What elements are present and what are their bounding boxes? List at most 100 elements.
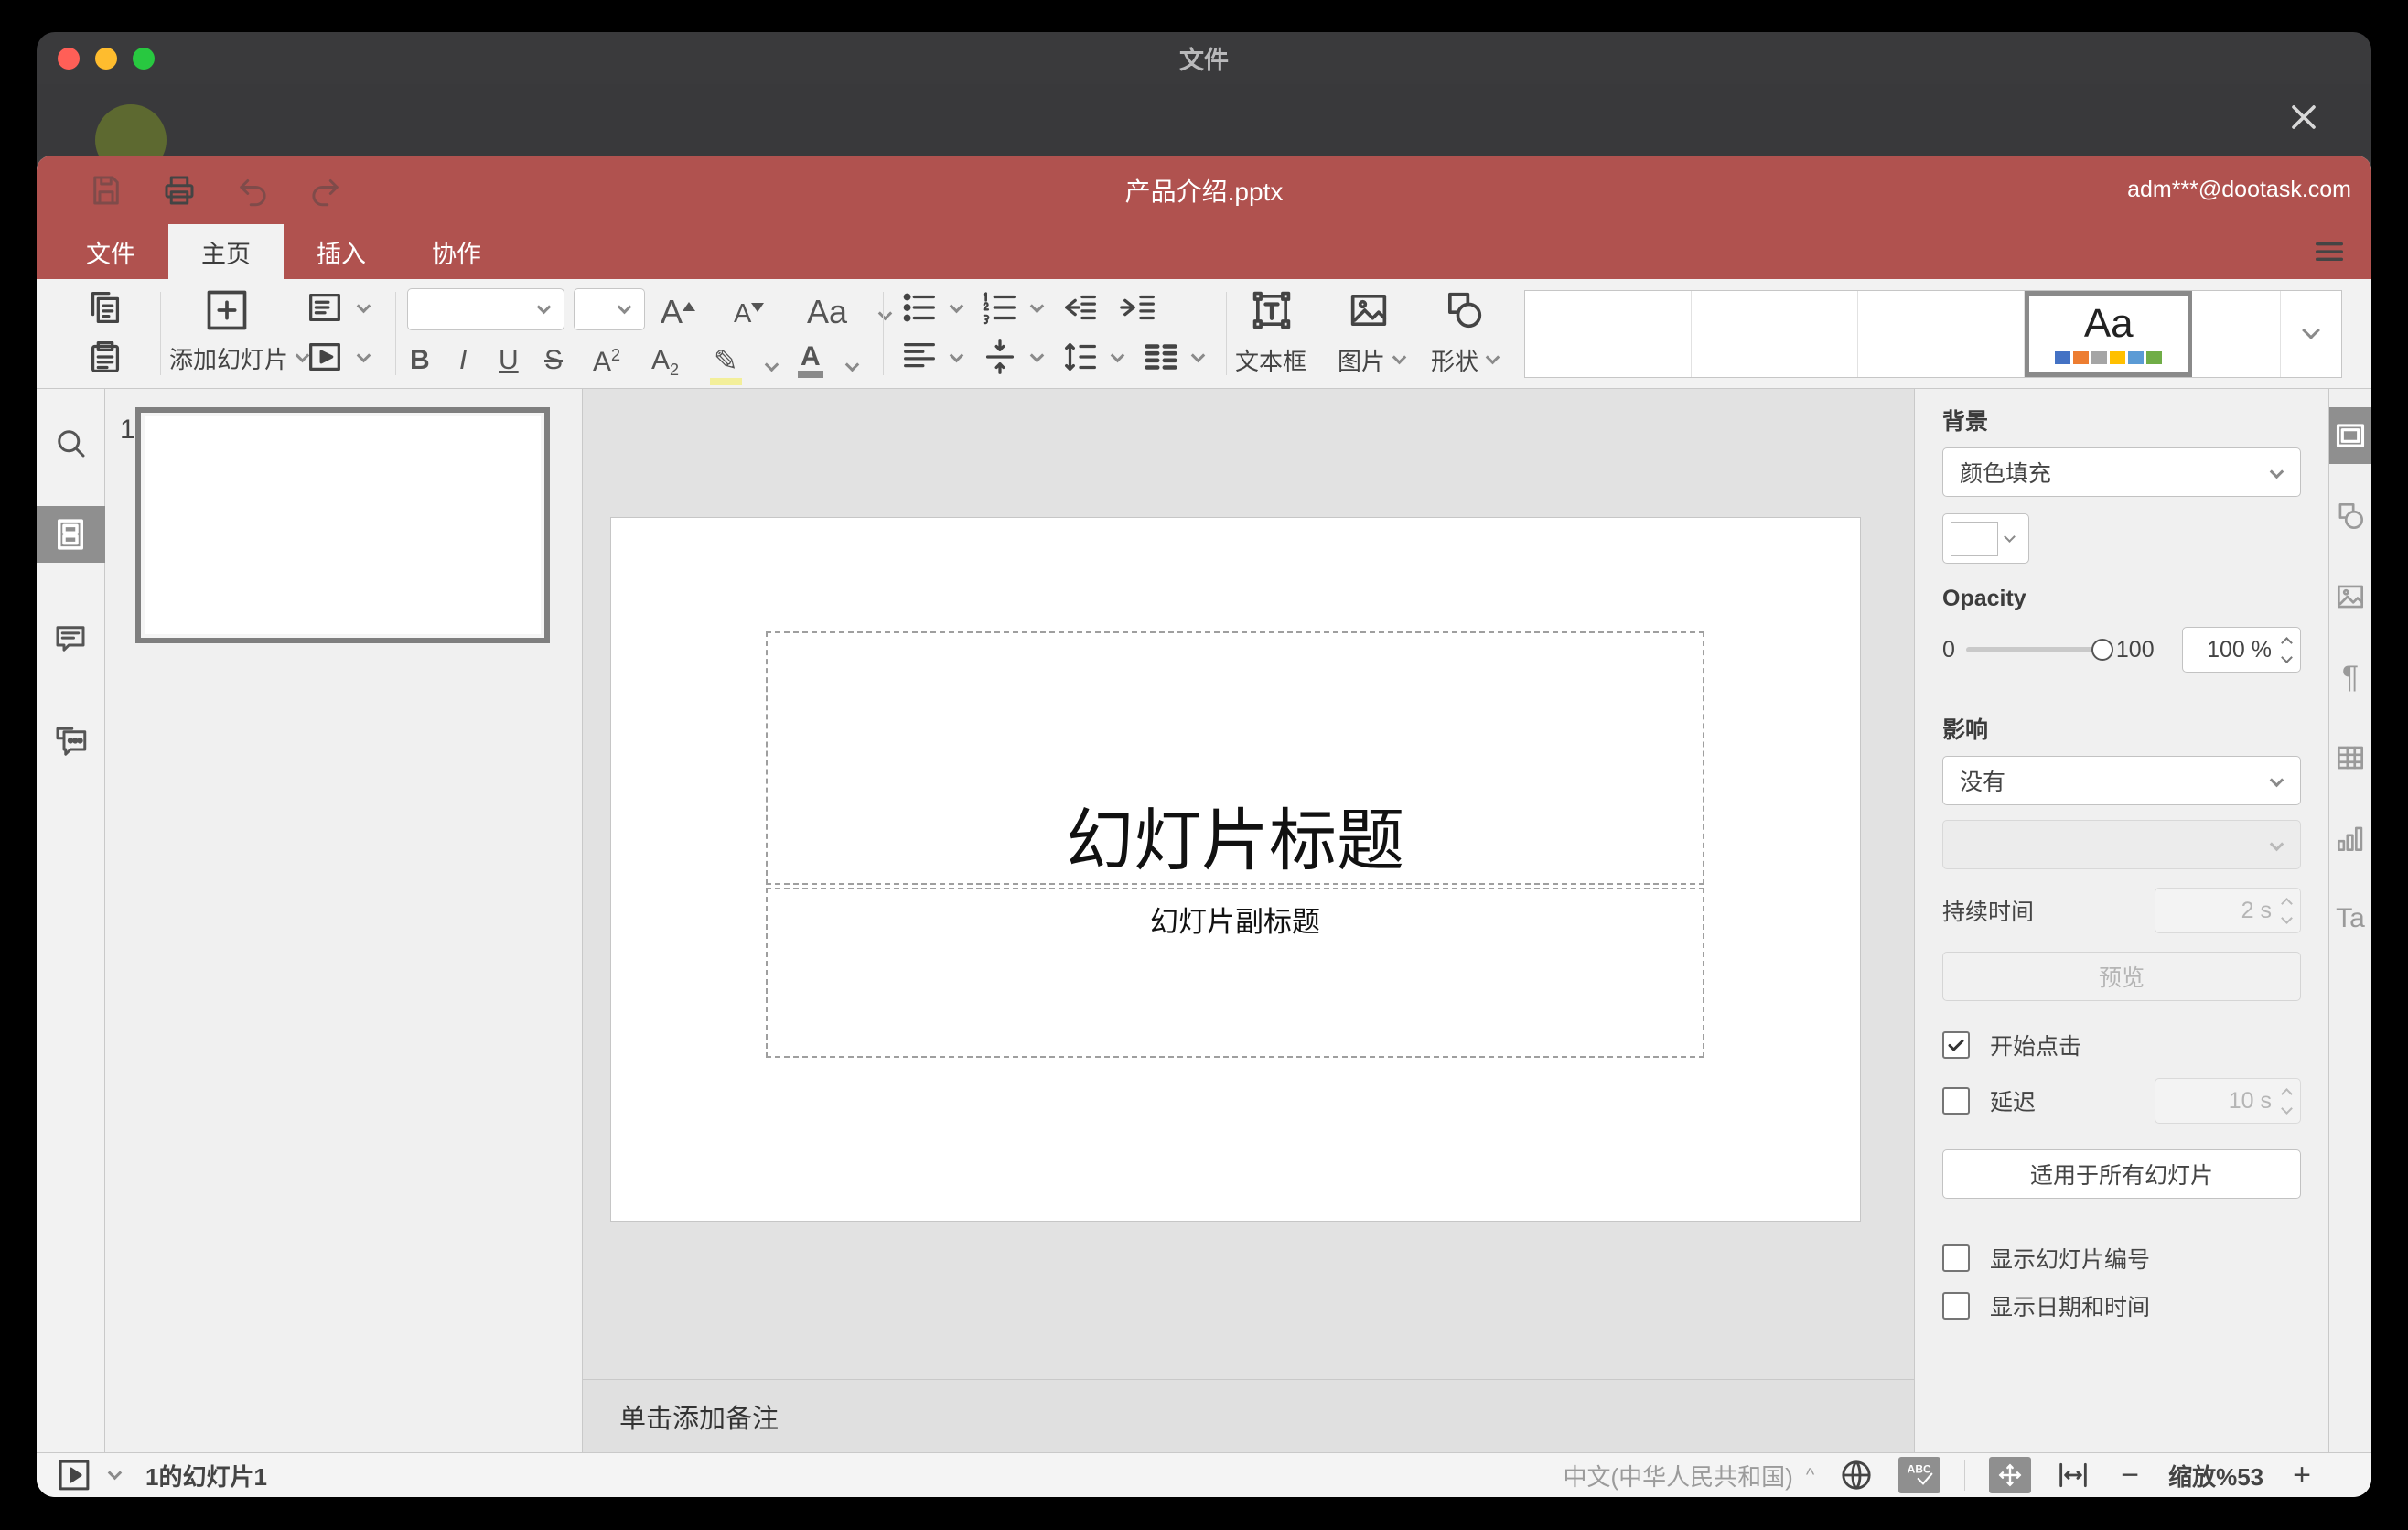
paste-icon[interactable] bbox=[84, 336, 126, 378]
bullet-list-icon[interactable] bbox=[898, 286, 941, 329]
slides-panel-icon[interactable] bbox=[37, 506, 105, 563]
show-slide-number-row[interactable]: 显示幻灯片编号 bbox=[1942, 1242, 2301, 1275]
checkbox-unchecked[interactable] bbox=[1942, 1292, 1970, 1320]
search-icon[interactable] bbox=[37, 415, 105, 471]
slide-canvas[interactable]: 幻灯片标题 幻灯片副标题 bbox=[583, 389, 1914, 1379]
zoom-in-icon[interactable]: + bbox=[2293, 1458, 2311, 1493]
increase-font-icon[interactable]: A bbox=[661, 296, 696, 329]
close-icon[interactable] bbox=[2284, 97, 2324, 137]
slide-settings-icon[interactable] bbox=[2328, 407, 2371, 464]
slide[interactable]: 幻灯片标题 幻灯片副标题 bbox=[611, 518, 1860, 1221]
image-icon[interactable] bbox=[1343, 286, 1394, 334]
textart-settings-icon[interactable]: Ta bbox=[2329, 890, 2372, 947]
chevron-down-icon[interactable] bbox=[1110, 348, 1125, 363]
image-settings-icon[interactable] bbox=[2329, 568, 2372, 625]
slide-layout-icon[interactable] bbox=[304, 286, 346, 329]
title-placeholder[interactable]: 幻灯片标题 bbox=[766, 631, 1704, 885]
chevron-down-icon[interactable] bbox=[1029, 298, 1045, 314]
theme-item[interactable] bbox=[1692, 291, 1859, 377]
strikethrough-icon[interactable]: S bbox=[544, 347, 563, 374]
decrease-indent-icon[interactable] bbox=[1059, 286, 1102, 329]
close-traffic-light[interactable] bbox=[58, 47, 80, 70]
maximize-traffic-light[interactable] bbox=[133, 47, 155, 70]
theme-item[interactable] bbox=[2192, 291, 2280, 377]
chevron-down-icon[interactable] bbox=[356, 348, 371, 363]
columns-icon[interactable] bbox=[1140, 336, 1182, 378]
shape-button[interactable]: 形状 bbox=[1431, 343, 1500, 377]
slider-thumb[interactable] bbox=[2091, 639, 2113, 661]
chevron-down-icon[interactable] bbox=[1190, 348, 1206, 363]
highlight-color-icon[interactable]: ✎ bbox=[710, 343, 742, 385]
textbox-icon[interactable] bbox=[1246, 286, 1297, 334]
underline-icon[interactable]: U bbox=[499, 347, 519, 374]
show-date-time-row[interactable]: 显示日期和时间 bbox=[1942, 1289, 2301, 1322]
italic-icon[interactable]: I bbox=[459, 347, 467, 374]
tab-home[interactable]: 主页 bbox=[168, 224, 284, 279]
vertical-align-icon[interactable] bbox=[979, 336, 1021, 378]
chevron-down-icon[interactable] bbox=[764, 357, 779, 372]
start-on-click-row[interactable]: 开始点击 bbox=[1942, 1029, 2301, 1061]
decrease-font-icon[interactable]: A bbox=[734, 301, 765, 328]
background-fill-select[interactable]: 颜色填充 bbox=[1942, 447, 2301, 497]
change-case-icon[interactable]: Aa bbox=[807, 296, 847, 329]
subtitle-placeholder[interactable]: 幻灯片副标题 bbox=[766, 888, 1704, 1058]
comments-icon[interactable] bbox=[37, 610, 105, 667]
chevron-down-icon[interactable] bbox=[1029, 348, 1045, 363]
textbox-button[interactable]: 文本框 bbox=[1235, 343, 1306, 377]
tab-collaboration[interactable]: 协作 bbox=[399, 224, 514, 279]
line-spacing-icon[interactable] bbox=[1059, 336, 1102, 378]
tab-insert[interactable]: 插入 bbox=[284, 224, 399, 279]
start-slideshow-icon[interactable] bbox=[304, 336, 346, 378]
opacity-slider[interactable] bbox=[1965, 639, 2113, 661]
add-slide-icon[interactable] bbox=[169, 285, 284, 336]
chevron-down-icon[interactable] bbox=[949, 298, 964, 314]
numbered-list-icon[interactable] bbox=[979, 286, 1021, 329]
table-settings-icon[interactable] bbox=[2329, 729, 2372, 786]
chevron-down-icon[interactable] bbox=[844, 357, 860, 372]
increase-indent-icon[interactable] bbox=[1118, 286, 1160, 329]
superscript-icon[interactable]: A2 bbox=[593, 347, 620, 376]
fill-color-swatch[interactable] bbox=[1942, 513, 2029, 564]
menu-icon[interactable] bbox=[2311, 233, 2348, 270]
fit-to-slide-icon[interactable] bbox=[1989, 1457, 2032, 1493]
font-name-select[interactable] bbox=[407, 288, 564, 330]
spinner-arrows[interactable] bbox=[2281, 636, 2293, 663]
apply-to-all-slides-button[interactable]: 适用于所有幻灯片 bbox=[1942, 1149, 2301, 1199]
chevron-down-icon[interactable] bbox=[356, 298, 371, 314]
checkbox-unchecked[interactable] bbox=[1942, 1087, 1970, 1115]
bold-icon[interactable]: B bbox=[410, 347, 430, 374]
chat-icon[interactable] bbox=[37, 715, 105, 771]
paragraph-settings-icon[interactable]: ¶ bbox=[2329, 649, 2372, 706]
chevron-down-icon[interactable] bbox=[107, 1465, 123, 1480]
font-color-icon[interactable]: A bbox=[798, 343, 823, 378]
theme-item[interactable] bbox=[1858, 291, 2026, 377]
fit-to-width-icon[interactable] bbox=[2055, 1457, 2091, 1493]
spellcheck-icon[interactable]: ABC bbox=[1898, 1457, 1941, 1493]
effect-select[interactable]: 没有 bbox=[1942, 756, 2301, 805]
notes-area[interactable]: 单击添加备注 bbox=[583, 1379, 1914, 1452]
shape-icon[interactable] bbox=[1438, 286, 1489, 334]
theme-item[interactable] bbox=[1525, 291, 1693, 377]
subscript-icon[interactable]: A2 bbox=[651, 347, 679, 379]
chevron-down-icon[interactable] bbox=[877, 306, 893, 321]
theme-item-selected[interactable]: Aa bbox=[2025, 291, 2192, 377]
opacity-spinner[interactable]: 100 % bbox=[2182, 627, 2301, 673]
delay-checkbox-row[interactable]: 延迟 bbox=[1942, 1084, 2036, 1117]
checkbox-checked[interactable] bbox=[1942, 1031, 1970, 1059]
theme-gallery-expand-button[interactable] bbox=[2279, 291, 2341, 377]
start-slideshow-icon[interactable] bbox=[55, 1456, 93, 1494]
chart-settings-icon[interactable] bbox=[2329, 810, 2372, 867]
globe-icon[interactable] bbox=[1838, 1457, 1875, 1493]
slide-thumbnail[interactable] bbox=[135, 407, 550, 643]
minimize-traffic-light[interactable] bbox=[95, 47, 117, 70]
horizontal-align-icon[interactable] bbox=[898, 336, 941, 378]
image-button[interactable]: 图片 bbox=[1338, 343, 1407, 377]
font-size-select[interactable] bbox=[574, 288, 645, 330]
language-label[interactable]: 中文(中华人民共和国) bbox=[1564, 1459, 1793, 1492]
copy-icon[interactable] bbox=[84, 286, 126, 329]
zoom-out-icon[interactable]: − bbox=[2121, 1458, 2139, 1493]
checkbox-unchecked[interactable] bbox=[1942, 1244, 1970, 1272]
shape-settings-icon[interactable] bbox=[2329, 488, 2372, 544]
chevron-down-icon[interactable] bbox=[949, 348, 964, 363]
add-slide-button[interactable]: 添加幻灯片 bbox=[169, 341, 310, 375]
